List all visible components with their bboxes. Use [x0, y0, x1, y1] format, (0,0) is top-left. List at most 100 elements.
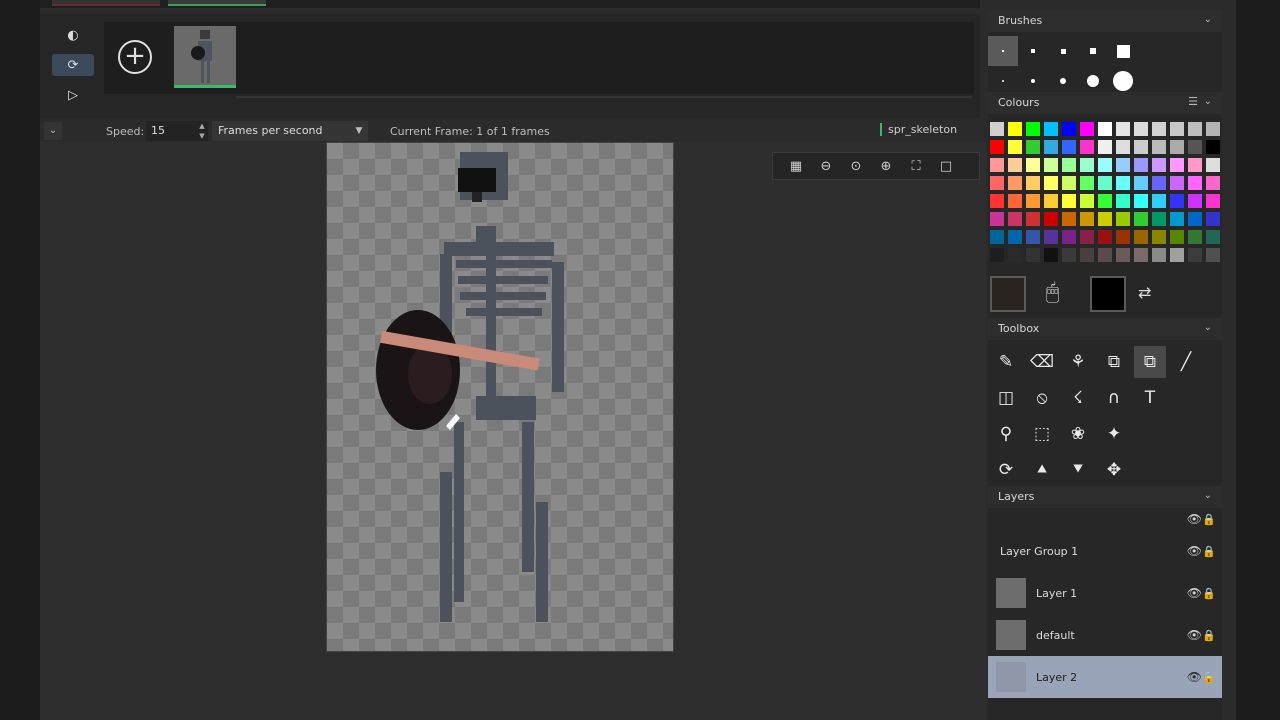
secondary-colour-swatch[interactable] — [1090, 276, 1126, 312]
colour-swatch[interactable] — [990, 140, 1004, 154]
colour-swatch[interactable] — [1188, 122, 1202, 136]
brush-size-5[interactable] — [1108, 36, 1138, 66]
chevron-down-icon[interactable]: ⌄ — [1204, 14, 1212, 25]
colour-swatch[interactable] — [1116, 122, 1130, 136]
colour-swatch[interactable] — [1152, 212, 1166, 226]
colour-swatch[interactable] — [1026, 248, 1040, 262]
colour-swatch[interactable] — [1062, 122, 1076, 136]
colour-swatch[interactable] — [1080, 140, 1094, 154]
colour-swatch[interactable] — [1098, 140, 1112, 154]
frame-thumbnail-1[interactable] — [174, 26, 236, 88]
layer-row-default[interactable]: default 👁 🔒 — [988, 614, 1222, 656]
tab-previous-document[interactable] — [52, 0, 160, 6]
colour-swatch[interactable] — [1008, 140, 1022, 154]
colour-swatch[interactable] — [1152, 194, 1166, 208]
colour-swatch[interactable] — [1098, 194, 1112, 208]
colour-swatch[interactable] — [1134, 248, 1148, 262]
colour-swatch[interactable] — [1044, 176, 1058, 190]
colour-swatch[interactable] — [1152, 140, 1166, 154]
colour-swatch[interactable] — [1152, 230, 1166, 244]
colour-swatch[interactable] — [1062, 176, 1076, 190]
colour-swatch[interactable] — [1044, 140, 1058, 154]
colour-swatch[interactable] — [1026, 230, 1040, 244]
flip-vertical-icon[interactable]: ⯅ — [1026, 454, 1058, 486]
fill-icon[interactable]: ⚘ — [1062, 346, 1094, 378]
colour-swatch[interactable] — [1044, 230, 1058, 244]
colour-swatch[interactable] — [1026, 122, 1040, 136]
colour-swatch[interactable] — [1080, 176, 1094, 190]
colour-swatch[interactable] — [990, 176, 1004, 190]
visibility-eye-icon[interactable]: 👁 — [1187, 628, 1202, 642]
colour-swatch[interactable] — [1134, 230, 1148, 244]
eyedropper-icon[interactable]: ⚲ — [990, 418, 1022, 450]
colour-swatch[interactable] — [1170, 230, 1184, 244]
colour-swatch[interactable] — [1170, 176, 1184, 190]
colour-swatch[interactable] — [1026, 194, 1040, 208]
colour-swatch[interactable] — [1188, 212, 1202, 226]
toolbox-header[interactable]: Toolbox ⌄ — [988, 318, 1222, 340]
colour-swatch[interactable] — [1170, 194, 1184, 208]
colour-swatch[interactable] — [1170, 140, 1184, 154]
layer-row-layer-group-1[interactable]: Layer Group 1 👁 🔒 — [988, 530, 1222, 572]
colour-swatch[interactable] — [1080, 212, 1094, 226]
colour-swatch[interactable] — [1098, 248, 1112, 262]
brush-size-1[interactable] — [988, 36, 1018, 66]
layer-row-hidden-group[interactable]: 👁 🔒 — [988, 508, 1222, 530]
add-frame-button[interactable]: + — [118, 40, 152, 74]
colour-swatch[interactable] — [1152, 176, 1166, 190]
colour-swatch[interactable] — [1008, 248, 1022, 262]
colour-swatch[interactable] — [1098, 230, 1112, 244]
colour-swatch[interactable] — [1170, 212, 1184, 226]
spray-icon[interactable]: ☇ — [1062, 382, 1094, 414]
colour-swatch[interactable] — [1116, 140, 1130, 154]
colour-swatch[interactable] — [1134, 140, 1148, 154]
select-copy-icon[interactable]: ⧉ — [1098, 346, 1130, 378]
layers-header[interactable]: Layers ⌄ — [988, 486, 1222, 508]
colour-swatch[interactable] — [1098, 122, 1112, 136]
colour-swatch[interactable] — [1116, 176, 1130, 190]
colour-swatch[interactable] — [1116, 158, 1130, 172]
colour-swatch[interactable] — [1134, 212, 1148, 226]
text-icon[interactable]: T — [1134, 382, 1166, 414]
background-icon[interactable]: □ — [935, 155, 957, 177]
colour-swatch[interactable] — [1188, 158, 1202, 172]
eraser-icon[interactable]: ⌫ — [1026, 346, 1058, 378]
colour-swatch[interactable] — [990, 212, 1004, 226]
colour-swatch[interactable] — [1026, 158, 1040, 172]
grid-icon[interactable]: ▦ — [785, 155, 807, 177]
hamburger-menu-icon[interactable]: ☰ — [1188, 95, 1198, 108]
colour-swatch[interactable] — [1170, 122, 1184, 136]
colour-swatch[interactable] — [1116, 248, 1130, 262]
colours-header[interactable]: Colours ☰ ⌄ — [988, 92, 1222, 114]
colour-swatch[interactable] — [1062, 194, 1076, 208]
colour-swatch[interactable] — [1206, 140, 1220, 154]
chevron-down-icon[interactable]: ⌄ — [1204, 490, 1212, 501]
colour-swatch[interactable] — [1170, 158, 1184, 172]
layer-row-layer-1[interactable]: Layer 1 👁 🔒 — [988, 572, 1222, 614]
colour-swatch[interactable] — [1188, 194, 1202, 208]
colour-swatch[interactable] — [1080, 248, 1094, 262]
colour-swatch[interactable] — [1044, 158, 1058, 172]
colour-swatch[interactable] — [1044, 194, 1058, 208]
visibility-eye-icon[interactable]: 👁 — [1187, 670, 1202, 684]
colour-swatch[interactable] — [1098, 158, 1112, 172]
colour-swatch[interactable] — [1080, 122, 1094, 136]
colour-swatch[interactable] — [1044, 212, 1058, 226]
colour-swatch[interactable] — [990, 230, 1004, 244]
zoom-reset-icon[interactable]: ⊙ — [845, 155, 867, 177]
colour-swatch[interactable] — [1026, 140, 1040, 154]
brushes-header[interactable]: Brushes ⌄ — [988, 10, 1222, 32]
zoom-in-icon[interactable]: ⊕ — [875, 155, 897, 177]
colour-swatch[interactable] — [1152, 158, 1166, 172]
colour-swatch[interactable] — [1008, 122, 1022, 136]
colour-swatch[interactable] — [1170, 248, 1184, 262]
move-icon[interactable]: ✥ — [1098, 454, 1130, 486]
fullscreen-icon[interactable]: ⛶ — [905, 155, 927, 177]
colour-swatch[interactable] — [1206, 176, 1220, 190]
colour-swatch[interactable] — [1206, 158, 1220, 172]
chevron-down-icon[interactable]: ⌄ — [1204, 322, 1212, 333]
primary-colour-swatch[interactable] — [990, 276, 1026, 312]
marquee-icon[interactable]: ⬚ — [1026, 418, 1058, 450]
colour-swatch[interactable] — [1116, 194, 1130, 208]
colour-swatch[interactable] — [1134, 158, 1148, 172]
